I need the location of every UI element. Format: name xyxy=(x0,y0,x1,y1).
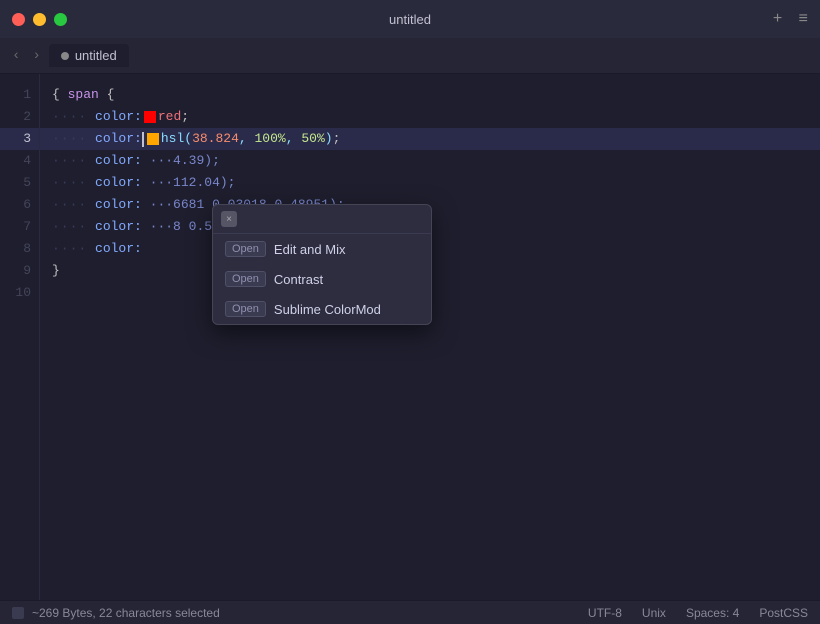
editor-container: 1 2 3 4 5 6 7 8 9 10 { span { ···· color… xyxy=(0,74,820,600)
line-num-6: 6 xyxy=(0,194,39,216)
titlebar: untitled + ≡ xyxy=(0,0,820,38)
color-swatch-hsl xyxy=(147,133,159,145)
window-controls xyxy=(12,13,67,26)
maximize-button[interactable] xyxy=(54,13,67,26)
code-line-5: ···· color: ···112.04); xyxy=(40,172,820,194)
status-line-ending[interactable]: Unix xyxy=(642,606,666,620)
tab-label: untitled xyxy=(75,48,117,63)
popup-badge-2: Open xyxy=(225,271,266,287)
close-icon: × xyxy=(226,214,232,225)
text-cursor xyxy=(142,132,144,147)
close-button[interactable] xyxy=(12,13,25,26)
popup-item-edit-mix[interactable]: Open Edit and Mix xyxy=(213,234,431,264)
popup-item-colormod[interactable]: Open Sublime ColorMod xyxy=(213,294,431,324)
status-swatch-icon xyxy=(12,607,24,619)
popup-badge-1: Open xyxy=(225,241,266,257)
popup-label-3: Sublime ColorMod xyxy=(274,302,381,317)
popup-menu: × Open Edit and Mix Open Contrast Open S… xyxy=(212,204,432,325)
popup-item-contrast[interactable]: Open Contrast xyxy=(213,264,431,294)
back-button[interactable]: ‹ xyxy=(8,48,24,64)
line-num-4: 4 xyxy=(0,150,39,172)
popup-label-2: Contrast xyxy=(274,272,323,287)
tab-indicator xyxy=(61,52,69,60)
line-numbers: 1 2 3 4 5 6 7 8 9 10 xyxy=(0,74,40,600)
line-num-5: 5 xyxy=(0,172,39,194)
forward-button[interactable]: › xyxy=(28,48,44,64)
popup-header: × xyxy=(213,205,431,234)
status-left: ~269 Bytes, 22 characters selected xyxy=(12,606,584,620)
line-num-1: 1 xyxy=(0,84,39,106)
menu-button[interactable]: ≡ xyxy=(798,10,808,28)
status-encoding[interactable]: UTF-8 xyxy=(588,606,622,620)
titlebar-actions: + ≡ xyxy=(773,10,808,28)
status-size: ~269 Bytes, 22 characters selected xyxy=(32,606,220,620)
line-num-8: 8 xyxy=(0,238,39,260)
popup-label-1: Edit and Mix xyxy=(274,242,346,257)
window-title: untitled xyxy=(389,12,431,27)
line-num-9: 9 xyxy=(0,260,39,282)
line-num-10: 10 xyxy=(0,282,39,304)
code-line-4: ···· color: ···4.39); xyxy=(40,150,820,172)
status-right: UTF-8 Unix Spaces: 4 PostCSS xyxy=(588,606,808,620)
line-num-3: 3 xyxy=(0,128,39,150)
status-syntax[interactable]: PostCSS xyxy=(759,606,808,620)
tab-untitled[interactable]: untitled xyxy=(49,44,129,67)
minimize-button[interactable] xyxy=(33,13,46,26)
new-tab-button[interactable]: + xyxy=(773,10,783,28)
status-spaces[interactable]: Spaces: 4 xyxy=(686,606,739,620)
code-line-1: { span { xyxy=(40,84,820,106)
popup-badge-3: Open xyxy=(225,301,266,317)
code-line-3: ···· color:hsl(38.824, 100%, 50%); xyxy=(40,128,820,150)
tabbar: ‹ › untitled xyxy=(0,38,820,74)
statusbar: ~269 Bytes, 22 characters selected UTF-8… xyxy=(0,600,820,624)
code-line-2: ···· color:red; xyxy=(40,106,820,128)
line-num-2: 2 xyxy=(0,106,39,128)
popup-close-button[interactable]: × xyxy=(221,211,237,227)
code-area[interactable]: { span { ···· color:red; ···· color:hsl(… xyxy=(40,74,820,600)
color-swatch-red xyxy=(144,111,156,123)
line-num-7: 7 xyxy=(0,216,39,238)
